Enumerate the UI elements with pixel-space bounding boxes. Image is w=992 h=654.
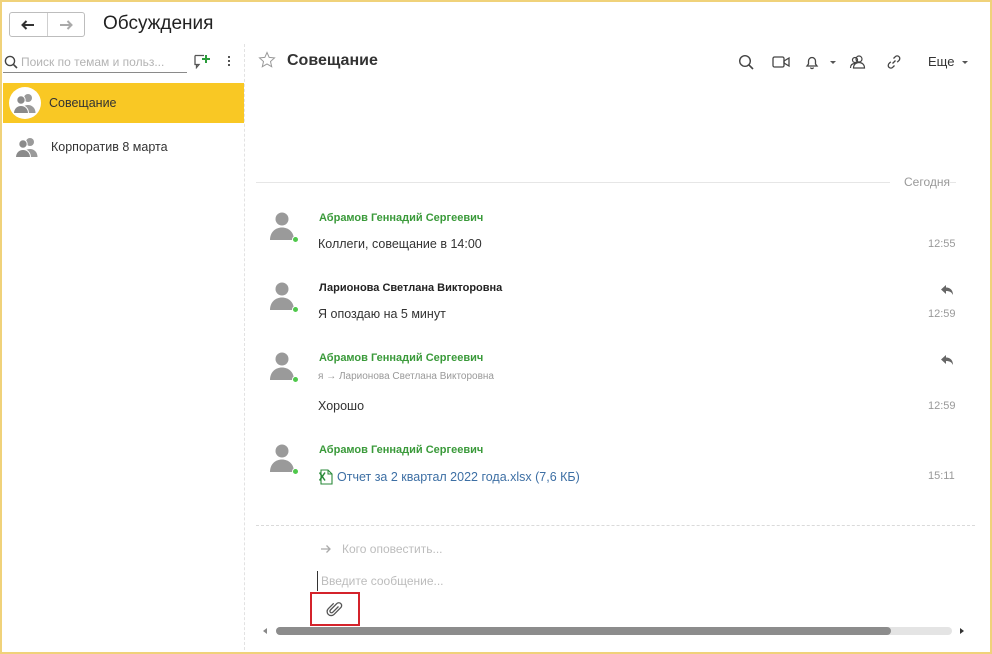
message-input[interactable] — [317, 571, 957, 591]
message-time: 12:59 — [928, 308, 956, 320]
window-title: Обсуждения — [103, 13, 214, 34]
video-call-icon[interactable] — [771, 53, 791, 71]
online-status-indicator — [292, 236, 299, 243]
arrow-left-icon — [21, 19, 35, 30]
chevron-down-icon — [962, 61, 969, 65]
reply-icon[interactable] — [940, 354, 954, 366]
conversation-toolbar: Совещание Еще — [250, 44, 988, 78]
attached-file-name: Отчет за 2 квартал 2022 года.xlsx (7,6 К… — [337, 470, 580, 484]
group-avatar-icon — [13, 133, 41, 161]
reply-icon[interactable] — [940, 284, 954, 296]
bell-icon[interactable] — [802, 53, 822, 71]
link-icon[interactable] — [884, 53, 904, 71]
conversation-panel: Совещание Еще Сегодня Абрамов Геннадий С… — [250, 44, 988, 652]
compose-divider — [256, 525, 975, 526]
sidebar-divider — [244, 44, 245, 650]
search-icon[interactable] — [736, 53, 756, 71]
horizontal-scrollbar[interactable] — [260, 624, 980, 638]
arrow-right-icon — [59, 19, 73, 30]
more-menu-button[interactable]: Еще — [928, 54, 969, 69]
scrollbar-thumb[interactable] — [276, 627, 892, 635]
search-icon — [3, 52, 21, 72]
user-avatar-icon — [269, 442, 295, 472]
navigation-group — [9, 12, 85, 37]
online-status-indicator — [292, 468, 299, 475]
user-avatar-icon — [269, 350, 295, 380]
online-status-indicator — [292, 376, 299, 383]
sidebar-more-button[interactable] — [224, 53, 234, 69]
add-topic-button[interactable] — [193, 53, 211, 70]
sidebar-item-corporate-party[interactable]: Корпоратив 8 марта — [3, 127, 244, 167]
message-text: Хорошо — [318, 399, 365, 413]
scroll-right-icon[interactable] — [960, 628, 964, 634]
star-icon[interactable] — [258, 51, 276, 72]
group-avatar-icon — [9, 87, 41, 119]
message-author[interactable]: Абрамов Геннадий Сергеевич — [319, 212, 483, 224]
message-author[interactable]: Абрамов Геннадий Сергеевич — [319, 444, 483, 456]
topic-search[interactable] — [3, 51, 187, 73]
attach-file-button[interactable] — [310, 592, 360, 626]
message-time: 12:59 — [928, 400, 956, 412]
notify-placeholder: Кого оповестить... — [342, 542, 443, 556]
online-status-indicator — [292, 306, 299, 313]
scroll-left-icon[interactable] — [263, 628, 267, 634]
window-header: Обсуждения — [2, 2, 988, 44]
forward-button[interactable] — [46, 13, 85, 36]
date-separator-line — [256, 182, 956, 183]
scrollbar-track[interactable] — [276, 627, 952, 635]
message-author[interactable]: Ларионова Светлана Викторовна — [319, 282, 502, 294]
message-time: 12:55 — [928, 238, 956, 250]
date-separator-label: Сегодня — [890, 175, 950, 189]
add-topic-icon — [194, 54, 210, 70]
conversation-title: Совещание — [287, 52, 378, 69]
sidebar-item-meeting[interactable]: Совещание — [3, 83, 244, 123]
members-icon[interactable] — [848, 53, 868, 71]
message-text: Я опоздаю на 5 минут — [318, 307, 446, 321]
message-recipient: я → Ларионова Светлана Викторовна — [318, 371, 494, 382]
topic-search-input[interactable] — [21, 54, 181, 69]
message-text: Коллеги, совещание в 14:00 — [318, 237, 482, 251]
paperclip-icon — [326, 602, 343, 617]
notify-field[interactable]: Кого оповестить... — [320, 542, 443, 556]
excel-file-icon — [319, 469, 333, 485]
back-button[interactable] — [10, 13, 47, 36]
user-avatar-icon — [269, 210, 295, 240]
more-menu-label: Еще — [928, 54, 955, 69]
sidebar-item-label: Совещание — [49, 96, 117, 110]
message-author[interactable]: Абрамов Геннадий Сергеевич — [319, 352, 483, 364]
attached-file-link[interactable]: Отчет за 2 квартал 2022 года.xlsx (7,6 К… — [319, 469, 580, 485]
arrow-right-icon — [321, 545, 331, 553]
sidebar-item-label: Корпоратив 8 марта — [51, 140, 168, 154]
message-time: 15:11 — [928, 470, 955, 482]
user-avatar-icon — [269, 280, 295, 310]
notifications-dropdown[interactable] — [830, 61, 836, 64]
